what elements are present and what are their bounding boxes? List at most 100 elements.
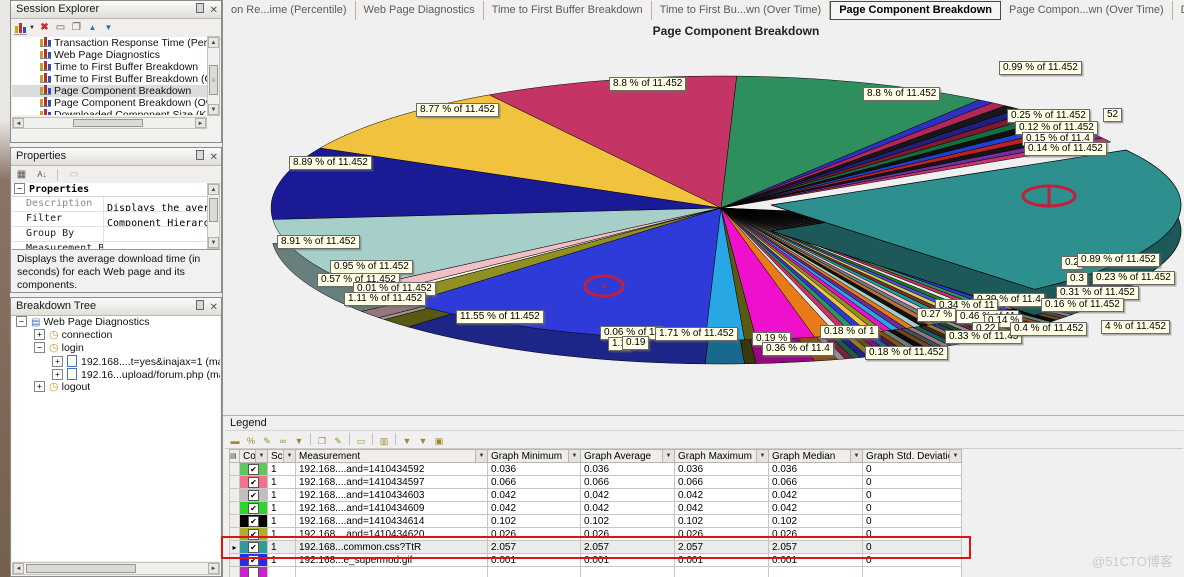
column-header-sca[interactable]: Sca▼ xyxy=(268,450,296,463)
column-filter-dropdown[interactable]: ▼ xyxy=(756,450,768,462)
graph-item-web-page-diagnostics[interactable]: Web Page Diagnostics xyxy=(12,49,207,61)
pin-icon[interactable] xyxy=(196,150,204,160)
legend-row[interactable]: ✔1192.168....and=14104346030.0420.0420.0… xyxy=(230,489,962,502)
column-filter-dropdown[interactable]: ▼ xyxy=(949,450,961,462)
graph-item-time-to-first-buffer-breakdown[interactable]: Time to First Buffer Breakdown xyxy=(12,61,207,73)
legend-row[interactable]: ✔1192.168....and=14104345920.0360.0360.0… xyxy=(230,463,962,476)
show-measurement-checkbox[interactable]: ✔ xyxy=(248,516,259,527)
pin-icon[interactable] xyxy=(196,3,204,13)
graph-std-cell: 0 xyxy=(863,489,962,502)
expand-icon[interactable]: + xyxy=(52,356,63,367)
column-header-col[interactable]: Col▼ xyxy=(240,450,268,463)
close-icon[interactable]: ✕ xyxy=(210,5,218,16)
show-measurement-checkbox[interactable] xyxy=(248,567,259,577)
tab-page-compon-wn-over-time[interactable]: Page Compon...wn (Over Time) xyxy=(1001,1,1173,20)
configure-measurement-icon[interactable]: % xyxy=(243,434,259,448)
properties-vscrollbar[interactable]: ▲ ▼ xyxy=(207,183,220,249)
column-filter-dropdown[interactable]: ▼ xyxy=(475,450,487,462)
rename-icon[interactable]: ▭ xyxy=(53,21,68,35)
property-row-measurement-breakd[interactable]: Measurement BreakD xyxy=(12,242,207,249)
move-up-icon[interactable]: ▲ xyxy=(85,21,100,35)
legend-row[interactable]: ✔1192.168....and=14104346140.1020.1020.1… xyxy=(230,515,962,528)
chart-area: Page Component Breakdown 8.77 % of 11.45… xyxy=(223,20,1184,415)
export-legend-icon[interactable]: ▣ xyxy=(431,434,447,448)
pie-slice-label: 8.8 % of 11.452 xyxy=(609,77,686,91)
column-header-graph-median[interactable]: Graph Median▼ xyxy=(769,450,863,463)
categorized-view-icon[interactable]: ▦ xyxy=(14,168,29,182)
breakdown-hscrollbar[interactable]: ◄ ► xyxy=(12,562,220,575)
legend-row[interactable]: ✔1192.168....and=14104345970.0660.0660.0… xyxy=(230,476,962,489)
paste-graph-icon[interactable]: ✎ xyxy=(330,434,346,448)
column-header-graph-minimum[interactable]: Graph Minimum▼ xyxy=(488,450,581,463)
column-header-graph-average[interactable]: Graph Average▼ xyxy=(581,450,675,463)
remove-filter-icon[interactable]: ▼ xyxy=(415,434,431,448)
tab-time-to-first-bu-wn-over-time[interactable]: Time to First Bu...wn (Over Time) xyxy=(652,1,831,20)
apply-filter-icon[interactable]: ▼ xyxy=(399,434,415,448)
property-row-group-by[interactable]: Group By xyxy=(12,227,207,242)
tab-downloaded-c-nent-size[interactable]: Downloaded C...nent Size xyxy=(1173,1,1184,20)
view-raw-data-icon[interactable]: ∞ xyxy=(275,434,291,448)
show-measurement-checkbox[interactable]: ✔ xyxy=(248,490,259,501)
session-hscrollbar[interactable]: ◄ ► xyxy=(12,117,207,129)
graph-item-page-component-breakdown-over[interactable]: Page Component Breakdown (Over xyxy=(12,97,207,109)
legend-row[interactable] xyxy=(230,567,962,577)
tree-node-192-16-upload-forum-php-main-url[interactable]: +192.16...upload/forum.php (main URL) xyxy=(12,368,220,381)
tree-node-connection[interactable]: +◷connection xyxy=(12,329,220,342)
graph-median-cell: 0.066 xyxy=(769,476,863,489)
auto-scale-icon[interactable]: ▭ xyxy=(353,434,369,448)
collapse-icon[interactable]: − xyxy=(14,183,25,194)
show-hide-measurement-icon[interactable]: ▬ xyxy=(227,434,243,448)
tree-node-label: connection xyxy=(62,329,113,341)
column-header-measurement[interactable]: Measurement▼ xyxy=(296,450,488,463)
pie-slice-label: 52 xyxy=(1103,108,1122,122)
edit-scale-icon[interactable]: ✎ xyxy=(259,434,275,448)
move-down-icon[interactable]: ▼ xyxy=(101,21,116,35)
close-icon[interactable]: ✕ xyxy=(210,302,218,313)
show-measurement-checkbox[interactable]: ✔ xyxy=(248,464,259,475)
expand-icon[interactable]: + xyxy=(34,381,45,392)
graph-item-time-to-first-buffer-breakdown-o[interactable]: Time to First Buffer Breakdown (Ove xyxy=(12,73,207,85)
tree-node-192-168-t-yes-inajax-1-main-url[interactable]: +192.168....t=yes&inajax=1 (main URL) xyxy=(12,355,220,368)
expand-icon[interactable]: + xyxy=(34,329,45,340)
column-header-graph-std-deviation[interactable]: Graph Std. Deviation▼ xyxy=(863,450,962,463)
tab-web-page-diagnostics[interactable]: Web Page Diagnostics xyxy=(356,1,484,20)
graph-item-page-component-breakdown[interactable]: Page Component Breakdown xyxy=(12,85,207,97)
expand-icon[interactable]: + xyxy=(52,369,63,380)
column-filter-dropdown[interactable]: ▼ xyxy=(568,450,580,462)
dropdown-icon[interactable]: ▼ xyxy=(28,21,36,35)
configure-columns-icon[interactable]: ▥ xyxy=(376,434,392,448)
collapse-icon[interactable]: − xyxy=(34,342,45,353)
graph-item-transaction-response-time-percen[interactable]: Transaction Response Time (Percent xyxy=(12,37,207,49)
tree-node-logout[interactable]: +◷logout xyxy=(12,381,220,394)
property-group-header[interactable]: −Properties xyxy=(12,183,207,197)
tree-node-login[interactable]: −◷login xyxy=(12,342,220,355)
session-vscrollbar[interactable]: ▲ ≡ ▼ xyxy=(207,36,220,116)
column-header-graph-maximum[interactable]: Graph Maximum▼ xyxy=(675,450,769,463)
property-row-description[interactable]: DescriptionDisplays the average xyxy=(12,197,207,212)
column-filter-dropdown[interactable]: ▼ xyxy=(662,450,674,462)
graph-item-label: Transaction Response Time (Percent xyxy=(54,37,207,49)
tab-page-component-breakdown[interactable]: Page Component Breakdown xyxy=(830,1,1001,20)
column-filter-dropdown[interactable]: ▼ xyxy=(255,450,267,462)
collapse-icon[interactable]: − xyxy=(16,316,27,327)
column-filter-dropdown[interactable]: ▼ xyxy=(850,450,862,462)
show-measurement-checkbox[interactable]: ✔ xyxy=(248,503,259,514)
property-row-filter[interactable]: FilterComponent Hierarchic xyxy=(12,212,207,227)
sort-alphabetical-icon[interactable]: A↓ xyxy=(34,168,49,182)
delete-graph-icon[interactable]: ✖ xyxy=(37,21,52,35)
pie-chart[interactable] xyxy=(223,20,1184,415)
copy-graph-icon[interactable]: ❐ xyxy=(314,434,330,448)
row-marker xyxy=(230,502,240,515)
tree-node-web-page-diagnostics[interactable]: −▤Web Page Diagnostics xyxy=(12,316,220,329)
close-icon[interactable]: ✕ xyxy=(210,152,218,163)
tab-on-re-ime-percentile[interactable]: on Re...ime (Percentile) xyxy=(223,1,356,20)
column-filter-dropdown[interactable]: ▼ xyxy=(283,450,295,462)
legend-row[interactable]: ✔1192.168....and=14104346090.0420.0420.0… xyxy=(230,502,962,515)
filter-check-icon[interactable]: ▼ xyxy=(291,434,307,448)
add-graph-icon[interactable] xyxy=(14,22,27,35)
copy-icon[interactable]: ❐ xyxy=(69,21,84,35)
show-measurement-checkbox[interactable]: ✔ xyxy=(248,477,259,488)
pin-icon[interactable] xyxy=(196,300,204,310)
tab-time-to-first-buffer-breakdown[interactable]: Time to First Buffer Breakdown xyxy=(484,1,652,20)
graph-item-downloaded-component-size-kb[interactable]: Downloaded Component Size (KB) xyxy=(12,109,207,115)
